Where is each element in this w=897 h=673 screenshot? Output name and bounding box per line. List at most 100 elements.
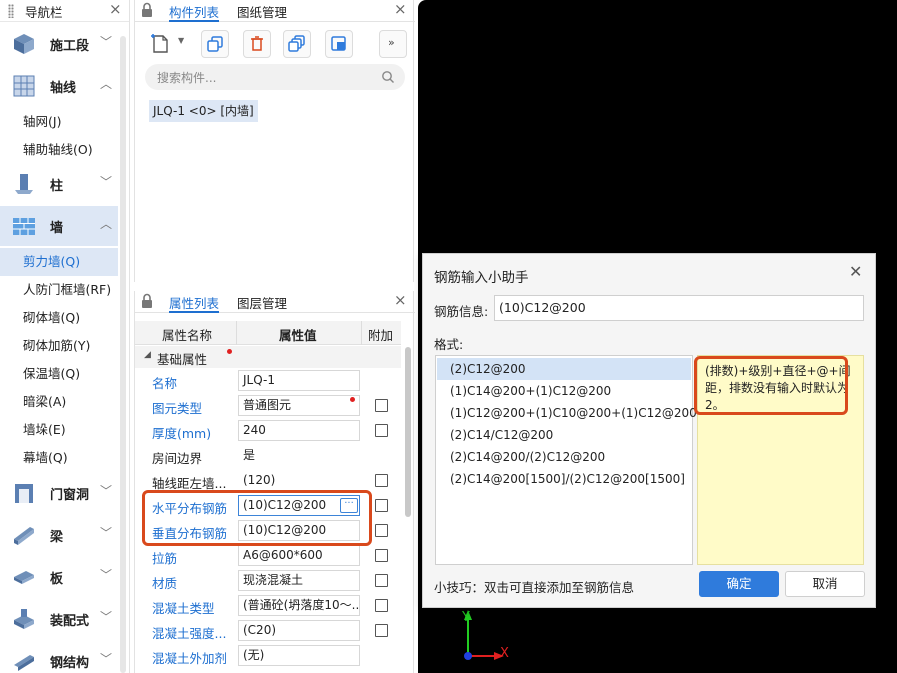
close-icon[interactable]: ✕ <box>849 262 862 281</box>
chevron-down-icon[interactable]: ﹀ <box>100 608 112 625</box>
rebar-info-input[interactable]: (10)C12@200 <box>494 295 864 321</box>
format-item[interactable]: (1)C12@200+(1)C10@200+(1)C12@200 <box>437 402 697 424</box>
new-component-button[interactable] <box>147 30 175 58</box>
lock-icon[interactable] <box>141 293 153 309</box>
nav-item-wall-pier[interactable]: 墙垛(E) <box>0 416 118 444</box>
property-value-field[interactable]: (无) <box>238 645 360 666</box>
property-value-field[interactable]: 240 <box>238 420 360 441</box>
copy-to-floor-button[interactable] <box>283 30 311 58</box>
copy-component-button[interactable] <box>201 30 229 58</box>
property-value-field[interactable]: (C20) <box>238 620 360 641</box>
extra-checkbox[interactable] <box>375 424 388 437</box>
tab-layer-management[interactable]: 图层管理 <box>237 293 287 313</box>
chevron-up-icon[interactable]: ︿ <box>100 215 112 232</box>
property-value-field[interactable]: JLQ-1 <box>238 370 360 391</box>
nav-category-beam[interactable]: 梁 ﹀ <box>0 515 118 555</box>
chevron-down-icon[interactable]: ﹀ <box>100 482 112 499</box>
nav-category-axis[interactable]: 轴线 ︿ <box>0 66 118 106</box>
chevron-down-icon[interactable]: ﹀ <box>100 33 112 50</box>
property-value-field[interactable]: A6@600*600 <box>238 545 360 566</box>
property-value-field[interactable]: (普通砼(坍落度10～... <box>238 595 360 616</box>
navigation-scrollbar[interactable] <box>120 36 126 673</box>
property-value-field[interactable]: 是 <box>238 445 360 466</box>
property-row[interactable]: 名称 JLQ-1 <box>135 368 401 393</box>
nav-category-door-window[interactable]: 门窗洞 ﹀ <box>0 473 118 513</box>
format-item[interactable]: (2)C12@200 <box>437 358 691 380</box>
extra-checkbox[interactable] <box>375 524 388 537</box>
extra-checkbox[interactable] <box>375 599 388 612</box>
format-item[interactable]: (1)C14@200+(1)C12@200 <box>437 380 691 402</box>
property-value-field[interactable]: (10)C12@200 <box>238 520 360 541</box>
component-search[interactable]: 搜索构件... <box>145 64 405 90</box>
extra-checkbox[interactable] <box>375 624 388 637</box>
close-icon[interactable]: × <box>394 291 407 309</box>
property-row[interactable]: 轴线距左墙... (120) <box>135 468 401 493</box>
nav-item-curtain-wall[interactable]: 幕墙(Q) <box>0 444 118 472</box>
delete-component-button[interactable] <box>243 30 271 58</box>
dialog-title: 钢筋输入小助手 <box>434 270 529 286</box>
nav-item-auxiliary-axis[interactable]: 辅助轴线(O) <box>0 136 118 164</box>
format-item[interactable]: (2)C14@200[1500]/(2)C12@200[1500] <box>437 468 691 490</box>
chevron-down-icon[interactable]: ﹀ <box>100 650 112 667</box>
component-item[interactable]: JLQ-1 <0> [内墙] <box>149 100 258 122</box>
property-row[interactable]: 混凝土类型 (普通砼(坍落度10～... <box>135 593 401 618</box>
property-value-field[interactable]: 普通图元 <box>238 395 360 416</box>
tab-component-list[interactable]: 构件列表 <box>169 2 220 22</box>
property-row[interactable]: 垂直分布钢筋 (10)C12@200 <box>135 518 401 543</box>
collapse-triangle-icon[interactable]: ◢ <box>144 350 151 360</box>
nav-category-slab[interactable]: 板 ﹀ <box>0 557 118 597</box>
search-input[interactable]: 搜索构件... <box>157 69 216 86</box>
extra-checkbox[interactable] <box>375 574 388 587</box>
tab-drawing-management[interactable]: 图纸管理 <box>237 2 287 22</box>
property-group-basic[interactable]: ◢ 基础属性 <box>135 346 401 368</box>
drag-handle-icon[interactable] <box>8 4 14 18</box>
nav-category-column[interactable]: 柱 ﹀ <box>0 164 118 204</box>
nav-item-civil-defense-door-wall[interactable]: 人防门框墙(RF) <box>0 276 118 304</box>
nav-category-construction-section[interactable]: 施工段 ﹀ <box>0 24 118 64</box>
nav-item-axis-grid[interactable]: 轴网(J) <box>0 108 118 136</box>
extra-checkbox[interactable] <box>375 474 388 487</box>
caret-down-icon[interactable]: ▼ <box>178 36 184 45</box>
property-value-field[interactable]: (120) <box>238 470 360 491</box>
property-row[interactable]: 图元类型 普通图元 <box>135 393 401 418</box>
extra-checkbox[interactable] <box>375 399 388 412</box>
extra-checkbox[interactable] <box>375 499 388 512</box>
rebar-input-assistant-dialog: 钢筋输入小助手 ✕ 钢筋信息: (10)C12@200 格式: (2)C12@2… <box>422 253 876 608</box>
ellipsis-button[interactable]: ··· <box>340 498 358 513</box>
format-item[interactable]: (2)C14@200/(2)C12@200 <box>437 446 691 468</box>
property-row[interactable]: 混凝土强度... (C20) <box>135 618 401 643</box>
close-icon[interactable]: × <box>109 0 122 18</box>
nav-item-masonry-wall[interactable]: 砌体墙(Q) <box>0 304 118 332</box>
nav-item-hidden-beam[interactable]: 暗梁(A) <box>0 388 118 416</box>
nav-category-steel-structure[interactable]: 钢结构 ﹀ <box>0 641 118 673</box>
chevron-up-icon[interactable]: ︿ <box>100 75 112 92</box>
property-row[interactable]: 厚度(mm) 240 <box>135 418 401 443</box>
property-scrollbar[interactable] <box>405 347 411 517</box>
search-icon[interactable] <box>381 70 395 84</box>
chevron-down-icon[interactable]: ﹀ <box>100 524 112 541</box>
extra-checkbox[interactable] <box>375 549 388 562</box>
chevron-down-icon[interactable]: ﹀ <box>100 173 112 190</box>
ok-button[interactable]: 确定 <box>699 571 779 597</box>
property-row[interactable]: 材质 现浇混凝土 <box>135 568 401 593</box>
nav-category-prefab[interactable]: 装配式 ﹀ <box>0 599 118 639</box>
property-row[interactable]: 拉筋 A6@600*600 <box>135 543 401 568</box>
property-row[interactable]: 房间边界 是 <box>135 443 401 468</box>
close-icon[interactable]: × <box>394 0 407 18</box>
select-component-button[interactable] <box>325 30 353 58</box>
property-name: 混凝土类型 <box>152 601 215 616</box>
chevron-down-icon[interactable]: ﹀ <box>100 566 112 583</box>
more-toolbar-button[interactable]: » <box>379 30 407 58</box>
tab-property-list[interactable]: 属性列表 <box>169 293 220 313</box>
property-row[interactable]: 混凝土外加剂 (无) <box>135 643 401 668</box>
tip-text: 小技巧：双击可直接添加至钢筋信息 <box>434 580 635 595</box>
format-item[interactable]: (2)C14/C12@200 <box>437 424 691 446</box>
nav-category-wall[interactable]: 墙 ︿ <box>0 206 118 246</box>
cancel-button[interactable]: 取消 <box>785 571 865 597</box>
lock-icon[interactable] <box>141 2 153 18</box>
nav-item-insulation-wall[interactable]: 保温墙(Q) <box>0 360 118 388</box>
nav-item-shear-wall[interactable]: 剪力墙(Q) <box>0 248 118 276</box>
nav-item-masonry-reinforcement[interactable]: 砌体加筋(Y) <box>0 332 118 360</box>
property-row[interactable]: 水平分布钢筋 (10)C12@200 ··· <box>135 493 401 518</box>
property-value-field[interactable]: 现浇混凝土 <box>238 570 360 591</box>
